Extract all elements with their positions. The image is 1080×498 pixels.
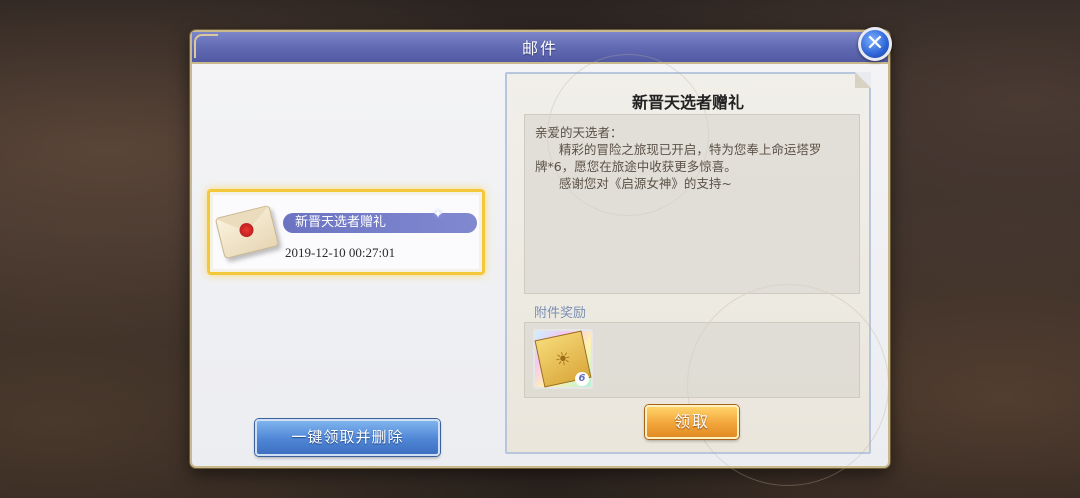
- window-titlebar: 邮件: [192, 32, 888, 64]
- claim-button[interactable]: 领取: [645, 405, 739, 439]
- close-icon[interactable]: ✕: [858, 27, 892, 61]
- mail-body-line: 感谢您对《启源女神》的支持~: [535, 176, 732, 191]
- mail-body-text[interactable]: 亲爱的天选者： 精彩的冒险之旅现已开启，特为您奉上命运塔罗 牌*6，愿您在旅途中…: [524, 114, 860, 294]
- sparkle-icon: ✦: [433, 207, 444, 221]
- mail-list-item[interactable]: 新晋天选者赠礼 ✦ 2019-12-10 00:27:01: [207, 189, 485, 275]
- attachment-label: 附件奖励: [534, 306, 587, 321]
- mail-body-line: 牌*6，愿您在旅途中收获更多惊喜。: [535, 159, 737, 174]
- mail-date: 2019-12-10 00:27:01: [285, 245, 396, 260]
- attachment-item[interactable]: ☀ 6: [533, 329, 593, 389]
- mail-detail-title: 新晋天选者赠礼: [631, 93, 744, 112]
- wax-seal-icon: [238, 221, 256, 239]
- claim-all-and-delete-button[interactable]: 一键领取并删除: [255, 419, 440, 456]
- attachment-area: ☀ 6: [524, 322, 860, 398]
- page-fold-corner: [855, 72, 871, 88]
- envelope-icon: [214, 204, 280, 260]
- window-title: 邮件: [521, 39, 558, 58]
- mail-subject: 新晋天选者赠礼: [283, 213, 477, 233]
- mail-list-item-inner: 新晋天选者赠礼 ✦ 2019-12-10 00:27:01: [213, 195, 479, 269]
- corner-ornament: [194, 34, 218, 58]
- attachment-count: 6: [575, 372, 589, 386]
- mail-window: 邮件 新晋天选者赠礼 ✦ 2019-12-10 00:27:01 一键领取并删除…: [190, 30, 890, 486]
- mail-body-line: 亲爱的天选者：: [535, 125, 623, 140]
- mail-detail-panel: 新晋天选者赠礼 亲爱的天选者： 精彩的冒险之旅现已开启，特为您奉上命运塔罗 牌*…: [505, 54, 889, 486]
- mail-body-line: 精彩的冒险之旅现已开启，特为您奉上命运塔罗: [535, 142, 822, 157]
